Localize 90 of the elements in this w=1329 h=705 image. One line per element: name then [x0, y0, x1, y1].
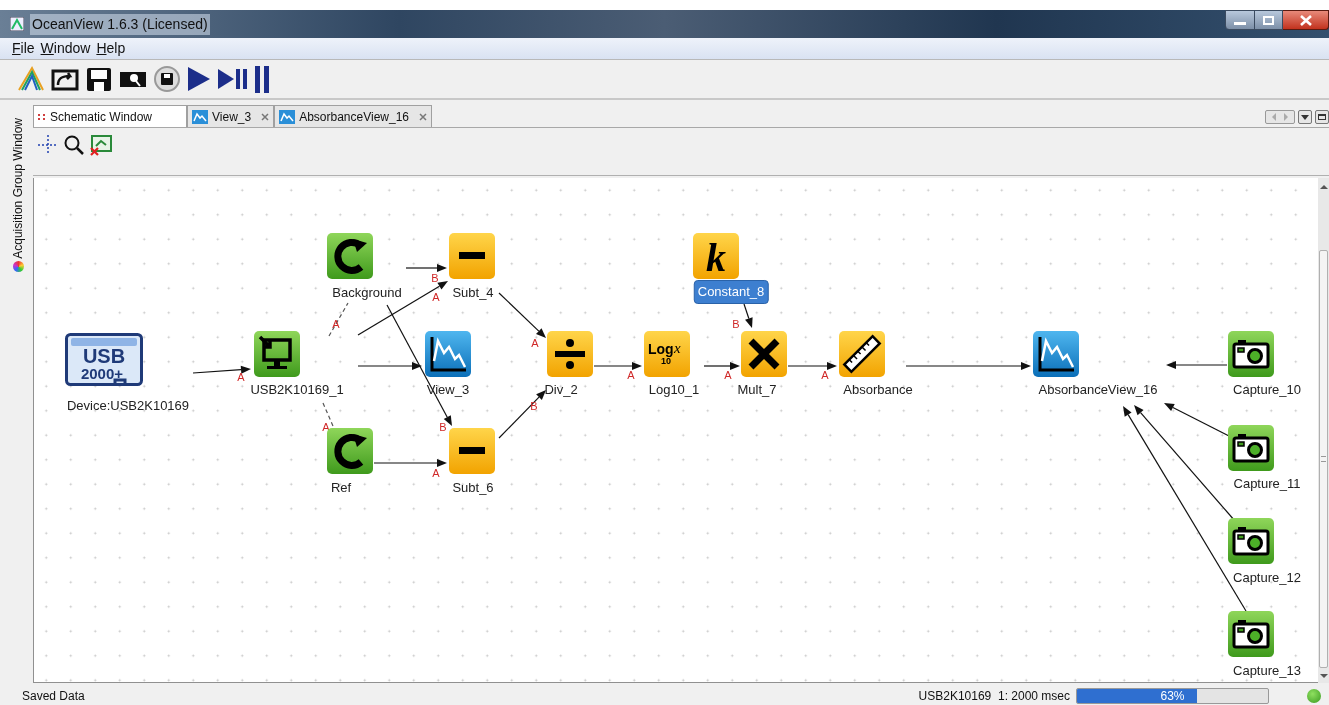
chart-icon [279, 109, 296, 124]
vertical-scrollbar[interactable] [1318, 178, 1329, 683]
close-icon [1299, 14, 1312, 26]
ruler-icon[interactable] [839, 331, 885, 377]
connector-arrow [593, 362, 642, 370]
pan-icon[interactable] [37, 134, 59, 156]
chart-icon [192, 109, 208, 124]
node-label: Background [332, 285, 402, 301]
play-icon[interactable] [186, 65, 212, 93]
port-label: A [237, 371, 245, 383]
chart-icon[interactable] [425, 331, 471, 377]
port-label: A [322, 421, 330, 433]
node-label: Subt_4 [452, 285, 494, 301]
close-button[interactable] [1283, 10, 1329, 30]
dashed-connector [328, 302, 349, 337]
close-icon[interactable] [261, 112, 270, 121]
node-label: Ref [330, 480, 352, 496]
window-title: OceanView 1.6.3 (Licensed) [30, 13, 210, 35]
connector-arrow [498, 292, 546, 338]
node-label: Div_2 [544, 382, 578, 398]
minus-icon[interactable] [449, 428, 495, 474]
port-label: A [724, 369, 732, 381]
connector-arrow [703, 362, 740, 370]
monitor-icon[interactable] [254, 331, 300, 377]
logarithm-icon[interactable]: Log 10 x [644, 331, 690, 377]
menu-item[interactable]: Window [40, 38, 91, 59]
chart-icon[interactable] [1033, 331, 1079, 377]
tab[interactable]: View_3 [187, 105, 275, 127]
camera-icon[interactable] [1228, 331, 1274, 377]
port-label: A [821, 369, 829, 381]
port-label: A [432, 291, 440, 303]
node-label: Capture_12 [1233, 570, 1301, 586]
maximize-icon[interactable] [1315, 110, 1329, 124]
node-label: Capture_13 [1233, 663, 1301, 679]
node-label: Constant_8 [693, 280, 769, 304]
minimize-icon [1234, 22, 1246, 25]
tab[interactable]: Schematic Window [33, 105, 187, 127]
port-label: B [439, 421, 447, 433]
maximize-button[interactable] [1255, 10, 1283, 30]
connector-arrow [1166, 361, 1228, 369]
camera-icon[interactable] [1228, 425, 1274, 471]
app-icon [10, 17, 24, 31]
connector-arrow [743, 303, 753, 328]
maximize-icon [1263, 15, 1274, 25]
camera-icon[interactable] [1228, 518, 1274, 564]
camera-icon[interactable] [1228, 611, 1274, 657]
dropdown-icon[interactable] [1298, 110, 1312, 124]
panel-icon [12, 260, 24, 272]
port-label: B [530, 400, 538, 412]
minus-icon[interactable] [449, 233, 495, 279]
node-label: Device:USB2K10169 [66, 398, 190, 414]
node-label: Log10_1 [648, 382, 700, 398]
node-label: AbsorbanceView_16 [1038, 382, 1158, 398]
pause-icon[interactable] [252, 65, 272, 93]
port-label: A [432, 467, 440, 479]
connector-arrow [192, 365, 251, 374]
logo-icon[interactable] [16, 65, 46, 93]
menu-item[interactable]: Help [96, 38, 126, 59]
minimize-button[interactable] [1225, 10, 1255, 30]
node-label: Subt_6 [452, 480, 494, 496]
divide-icon[interactable] [547, 331, 593, 377]
port-label: B [431, 272, 439, 284]
connector-arrow [498, 390, 546, 439]
node-label: Capture_11 [1233, 476, 1301, 492]
node-label: USB2K10169_1 [250, 382, 344, 398]
constant-icon[interactable]: k [693, 233, 739, 279]
save-globe-icon[interactable] [152, 65, 182, 93]
save-icon[interactable] [84, 65, 114, 93]
search-icon[interactable] [63, 134, 85, 156]
refresh-icon[interactable] [327, 428, 373, 474]
port-label: A [332, 318, 340, 330]
side-panel-tab[interactable]: Acquisition Group Window [9, 118, 27, 259]
connector-arrow [405, 264, 447, 272]
connector-arrow [787, 362, 837, 370]
delete-graph-icon[interactable] [89, 134, 113, 156]
node-label: Absorbance [843, 382, 913, 398]
tab[interactable]: AbsorbanceView_16 [274, 105, 432, 127]
port-label: B [732, 318, 740, 330]
close-icon[interactable] [419, 112, 427, 121]
refresh-icon[interactable] [327, 233, 373, 279]
acquisition-status: USB2K10169 1: 2000 msec [918, 687, 1070, 705]
menu-item[interactable]: File [12, 38, 35, 59]
port-label: A [627, 369, 635, 381]
progress-text: 63% [1159, 688, 1186, 703]
multiply-icon[interactable] [741, 331, 787, 377]
node-label: Mult_7 [737, 382, 777, 398]
port-label: A [531, 337, 539, 349]
status-message: Saved Data [22, 687, 85, 705]
node-label: Capture_10 [1233, 382, 1301, 398]
grip-icon [38, 112, 46, 121]
